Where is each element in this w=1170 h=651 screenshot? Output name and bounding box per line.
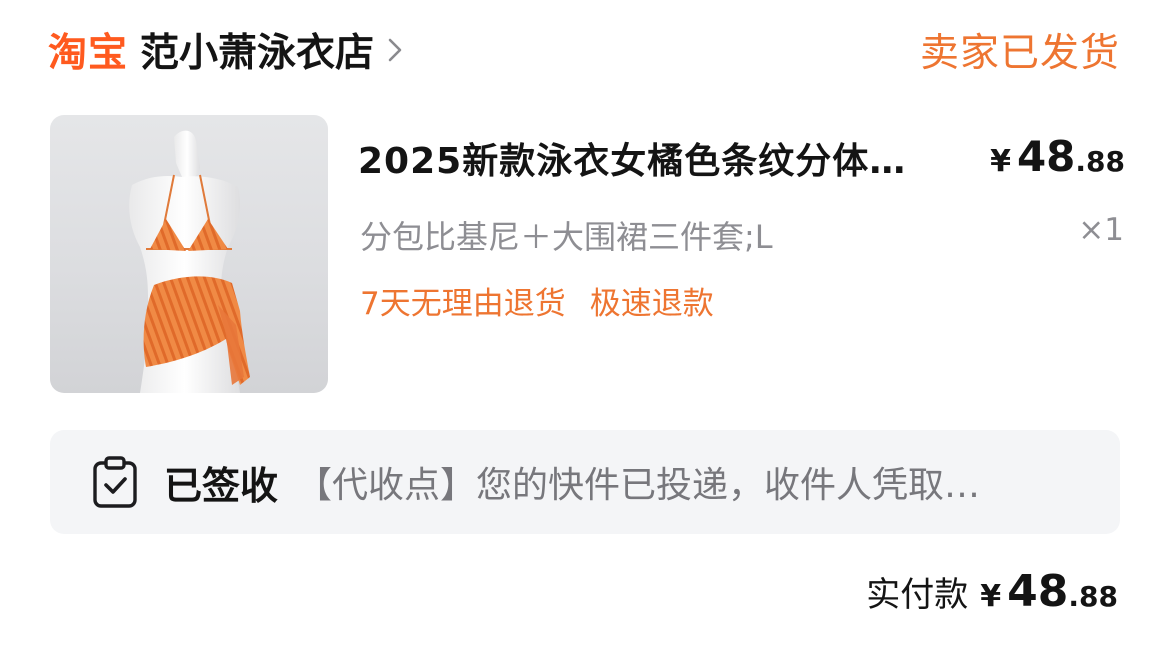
tag-fast-refund: 极速退款 xyxy=(589,286,714,322)
price-currency: ¥ xyxy=(990,144,1011,179)
order-status: 卖家已发货 xyxy=(919,31,1120,76)
logistics-banner[interactable]: 已签收 【代收点】您的快件已投递，收件人凭取… xyxy=(50,430,1120,534)
clipboard-check-icon xyxy=(93,456,137,508)
total-decimal: .88 xyxy=(1068,580,1118,613)
price-decimal: .88 xyxy=(1075,145,1125,178)
total-paid: 实付款 ¥48.88 xyxy=(866,566,1118,617)
logistics-message: 【代收点】您的快件已投递，收件人凭取… xyxy=(296,465,981,506)
product-photo xyxy=(129,130,250,393)
price-integer: 48 xyxy=(1016,132,1076,181)
product-sku: 分包比基尼＋大围裙三件套;L xyxy=(360,218,773,256)
product-price: ¥48.88 xyxy=(990,132,1125,181)
chevron-right-icon[interactable] xyxy=(388,38,402,62)
product-image[interactable] xyxy=(50,115,328,393)
shop-name-link[interactable]: 范小萧泳衣店 xyxy=(140,22,374,78)
total-currency: ¥ xyxy=(980,579,1002,614)
product-quantity: ×1 xyxy=(1078,212,1124,248)
total-label: 实付款 xyxy=(866,575,969,615)
tag-free-return: 7天无理由退货 xyxy=(360,286,566,322)
taobao-logo: 淘宝 xyxy=(48,31,129,76)
order-header: 淘宝 范小萧泳衣店 卖家已发货 xyxy=(48,20,1120,80)
logistics-status: 已签收 xyxy=(164,463,279,508)
service-tags: 7天无理由退货 极速退款 xyxy=(360,278,714,323)
product-title[interactable]: 2025新款泳衣女橘色条纹分体… xyxy=(358,132,958,184)
total-integer: 48 xyxy=(1007,566,1069,617)
